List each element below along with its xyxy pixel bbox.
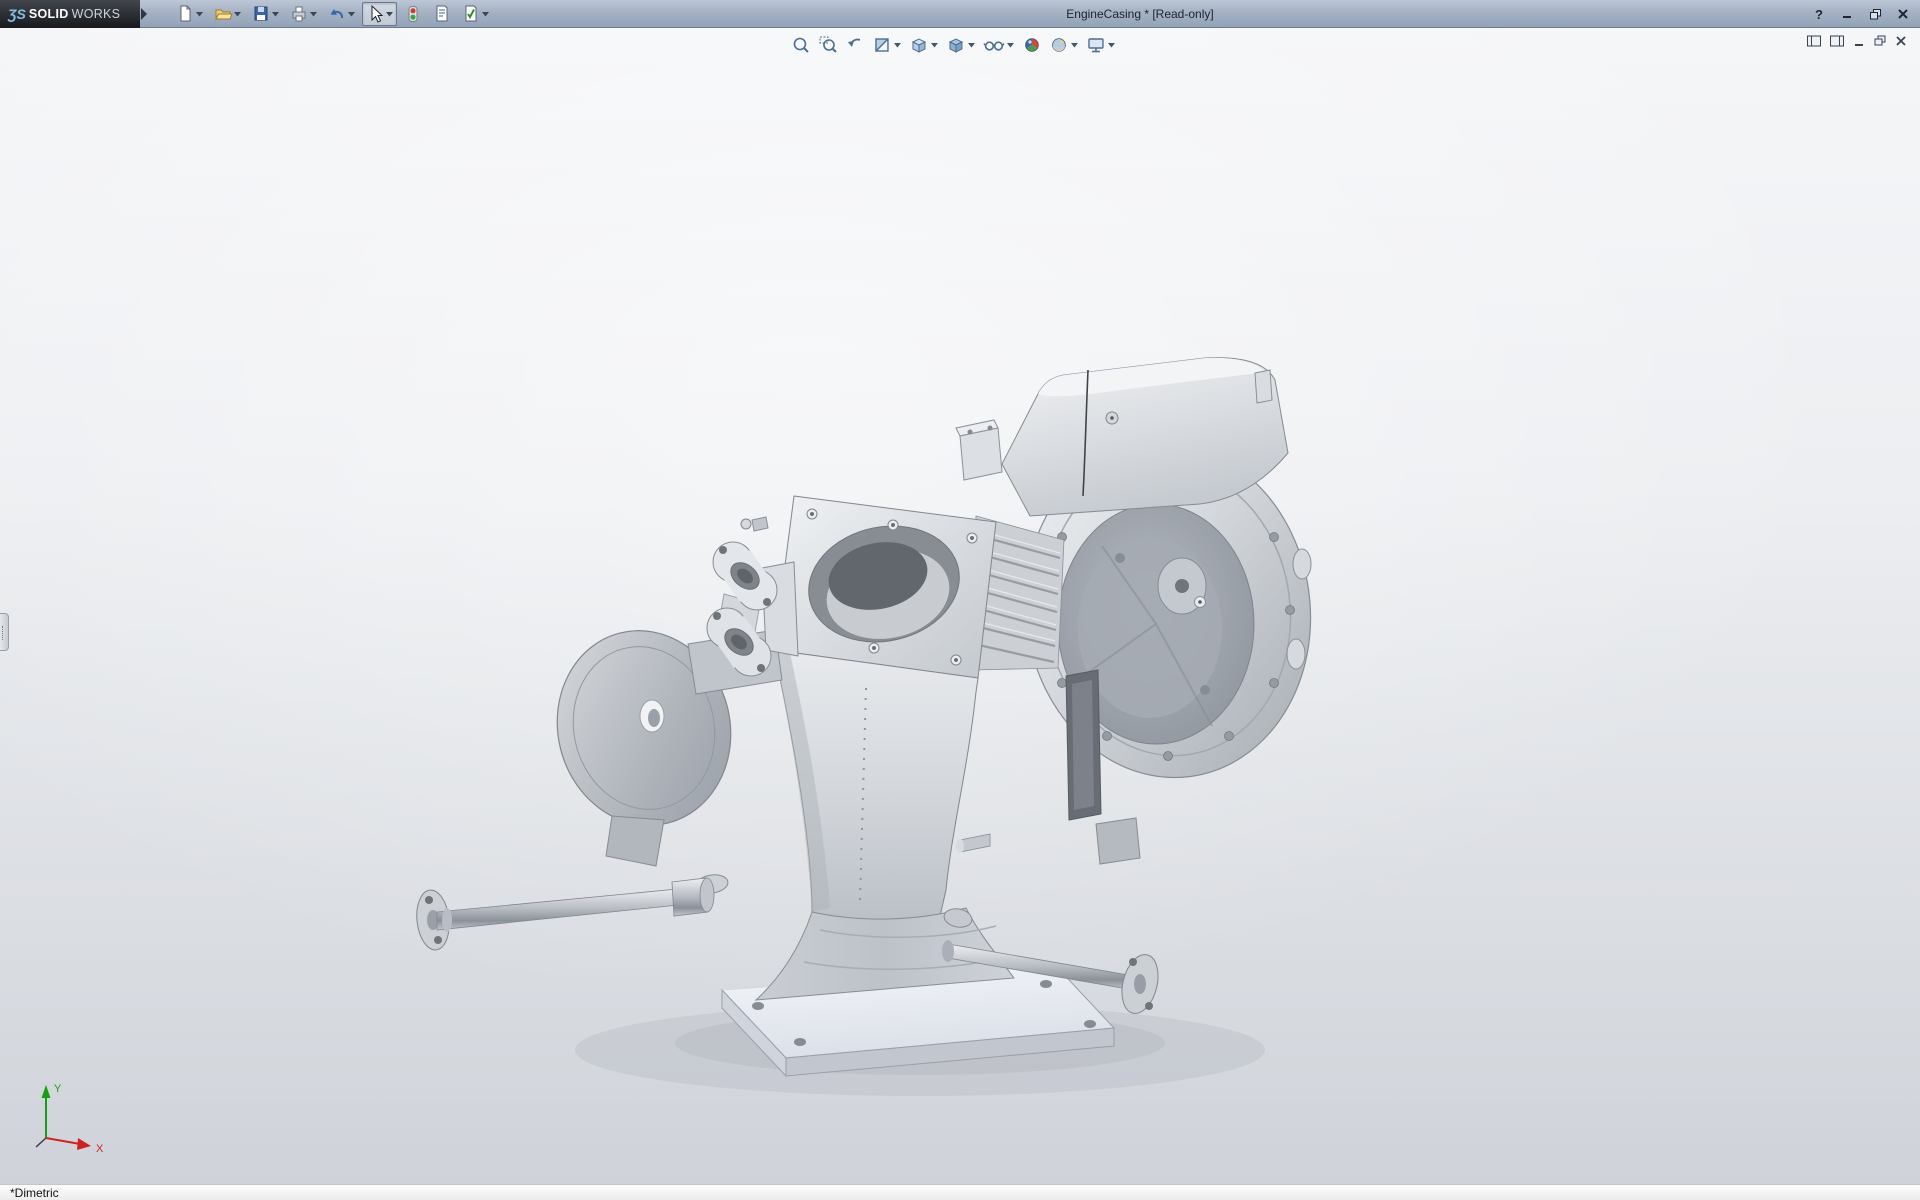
zoom-to-area-icon (818, 35, 838, 55)
feature-pane-collapse-tab[interactable] (0, 613, 9, 651)
triad-x-label: X (96, 1143, 104, 1155)
display-pane-toggle-icon[interactable] (1806, 34, 1822, 48)
open-dropdown-caret[interactable] (233, 4, 242, 24)
apply-scene-caret[interactable] (1070, 35, 1079, 55)
window-title: EngineCasing * [Read-only] (480, 0, 1800, 28)
status-bar: *Dimetric (0, 1184, 1920, 1200)
triad-y-label: Y (54, 1083, 62, 1095)
edit-appearance-ball-icon (1022, 35, 1042, 55)
save-icon (251, 4, 271, 24)
solidworks-logo: ƷS SOLID WORKS (0, 0, 140, 28)
undo-icon (327, 4, 347, 24)
model-engine-casing[interactable] (0, 28, 1920, 1184)
new-document-button[interactable] (172, 2, 207, 26)
options-icon (461, 4, 481, 24)
rebuild-traffic-light-icon (403, 4, 423, 24)
view-orientation-caret[interactable] (930, 35, 939, 55)
view-settings-icon (1086, 35, 1106, 55)
zoom-to-fit-icon (791, 35, 811, 55)
doc-close-button[interactable] (1894, 34, 1908, 48)
view-orientation-button[interactable] (908, 34, 940, 56)
cover-left-boss (960, 428, 1002, 480)
display-style-caret[interactable] (967, 35, 976, 55)
hide-show-caret[interactable] (1006, 35, 1015, 55)
print-button[interactable] (286, 2, 321, 26)
section-view-caret[interactable] (893, 35, 902, 55)
triad-x-axis (46, 1138, 80, 1144)
select-dropdown-caret[interactable] (385, 4, 394, 24)
doc-restore-button[interactable] (1873, 34, 1887, 48)
zoom-to-area-button[interactable] (817, 34, 839, 56)
brand-text-light: WORKS (72, 7, 121, 21)
doc-minimize-button[interactable] (1852, 34, 1866, 48)
minimize-button[interactable] (1838, 5, 1856, 23)
previous-view-icon (845, 35, 865, 55)
file-properties-button[interactable] (429, 2, 455, 26)
select-cursor-icon (365, 4, 385, 24)
view-settings-caret[interactable] (1107, 35, 1116, 55)
triad-z-axis (36, 1138, 46, 1147)
options-button[interactable] (458, 2, 493, 26)
titlebar: ƷS SOLID WORKS (0, 0, 1920, 28)
options-dropdown-caret[interactable] (481, 4, 490, 24)
minimize-icon (1841, 8, 1853, 20)
section-view-button[interactable] (871, 34, 903, 56)
hide-show-glasses-icon (983, 35, 1005, 55)
apply-scene-icon (1049, 35, 1069, 55)
edit-appearance-button[interactable] (1021, 34, 1043, 56)
undo-button[interactable] (324, 2, 359, 26)
document-window-controls (1806, 34, 1908, 48)
view-orientation-cube-icon (909, 35, 929, 55)
graphics-viewport[interactable]: Y X (0, 28, 1920, 1184)
cylinder-flange[interactable] (774, 496, 996, 678)
menu-expand-arrow-icon[interactable] (141, 8, 147, 20)
housing-lug (1096, 818, 1140, 864)
open-button[interactable] (210, 2, 245, 26)
save-button[interactable] (248, 2, 283, 26)
restore-icon (1869, 8, 1882, 21)
restore-button[interactable] (1866, 5, 1884, 23)
main-toolbar (172, 2, 493, 26)
apply-scene-button[interactable] (1048, 34, 1080, 56)
view-settings-button[interactable] (1085, 34, 1117, 56)
close-button[interactable] (1894, 5, 1912, 23)
new-dropdown-caret[interactable] (195, 4, 204, 24)
undo-dropdown-caret[interactable] (347, 4, 356, 24)
new-document-icon (175, 4, 195, 24)
section-view-icon (872, 35, 892, 55)
save-dropdown-caret[interactable] (271, 4, 280, 24)
reference-triad: Y X (14, 1076, 114, 1176)
3ds-logo-glyph: ƷS (8, 6, 26, 22)
select-tool-button[interactable] (362, 2, 397, 26)
display-style-button[interactable] (945, 34, 977, 56)
rebuild-button[interactable] (400, 2, 426, 26)
heads-up-view-toolbar (790, 34, 1117, 56)
open-folder-icon (213, 4, 233, 24)
print-dropdown-caret[interactable] (309, 4, 318, 24)
solidworks-window: ƷS SOLID WORKS (0, 0, 1920, 1200)
help-button[interactable]: ? (1810, 5, 1828, 23)
brand-text-bold: SOLID (29, 7, 69, 21)
file-properties-icon (432, 4, 452, 24)
display-style-icon (946, 35, 966, 55)
previous-view-button[interactable] (844, 34, 866, 56)
window-controls: ? (1810, 0, 1912, 28)
flyout-pane-toggle-icon[interactable] (1829, 34, 1845, 48)
view-orientation-status: *Dimetric (10, 1186, 59, 1200)
hide-show-items-button[interactable] (982, 34, 1016, 56)
print-icon (289, 4, 309, 24)
zoom-to-fit-button[interactable] (790, 34, 812, 56)
close-icon (1897, 8, 1909, 20)
